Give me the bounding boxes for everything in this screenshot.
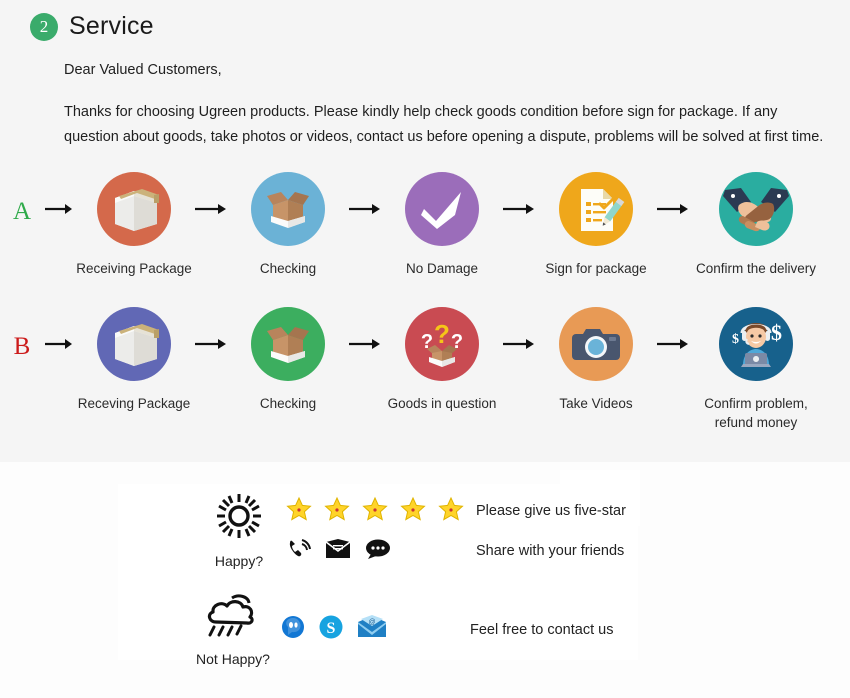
flow-step-label: No Damage — [405, 261, 479, 276]
svg-text:$: $ — [732, 332, 739, 347]
star-icon[interactable] — [362, 496, 388, 527]
mood-not-happy-label: Not Happy? — [196, 651, 270, 667]
svg-text:$: $ — [771, 320, 782, 345]
arrow-icon — [44, 307, 74, 351]
feedback-happy-lines: Please give us five-star Share with your… — [286, 496, 626, 566]
sun-icon — [210, 492, 268, 549]
handshake-icon — [719, 172, 793, 246]
share-icons[interactable] — [286, 537, 476, 566]
flow-row-a: A Receiving Package Checking No Damage S… — [0, 172, 850, 279]
feedback-line-rating: Please give us five-star — [286, 496, 626, 527]
flow-step: Take Videos — [536, 307, 656, 414]
camera-icon — [559, 307, 633, 381]
flow-step: Checking — [228, 307, 348, 414]
sealed-box-icon — [97, 307, 171, 381]
arrow-icon — [194, 307, 228, 351]
feedback-share-text: Share with your friends — [476, 543, 625, 559]
arrow-icon — [44, 172, 74, 216]
flow-step: No Damage — [382, 172, 502, 279]
contact-icons[interactable]: S @ — [280, 614, 470, 645]
flow-step: ? ? ? Goods in question — [382, 307, 502, 414]
mood-happy: Happy? — [196, 492, 282, 569]
star-icon[interactable] — [438, 496, 464, 527]
feedback-nothappy-lines: S @ Feel free to contact us — [280, 614, 613, 645]
flow-step: Sign for package — [536, 172, 656, 279]
flow-step-label: Confirm problem, refund money — [704, 396, 808, 430]
star-icon[interactable] — [400, 496, 426, 527]
star-icon[interactable] — [286, 496, 312, 527]
feedback-line-share: Share with your friends — [286, 537, 626, 566]
flow-step-label: Receving Package — [77, 396, 191, 411]
arrow-icon — [348, 307, 382, 351]
email-at-icon[interactable]: @ — [356, 615, 388, 644]
flow-step-label: Take Videos — [559, 396, 633, 411]
greeting-line: Dear Valued Customers, — [64, 62, 222, 78]
arrow-icon — [656, 172, 690, 216]
flow-step-label: Checking — [259, 261, 317, 276]
flow-tag-a: A — [12, 198, 32, 225]
flow-tag-b: B — [13, 333, 31, 360]
intro-paragraph: Thanks for choosing Ugreen products. Ple… — [64, 104, 824, 145]
arrow-icon — [502, 172, 536, 216]
flow-step-label: Sign for package — [545, 261, 647, 276]
flow-step-label: Confirm the delivery — [695, 261, 817, 276]
arrow-icon — [502, 307, 536, 351]
phone-ringing-icon[interactable] — [286, 537, 312, 566]
chat-bubble-icon[interactable] — [364, 538, 392, 565]
mood-not-happy: Not Happy? — [190, 592, 276, 667]
open-box-icon — [251, 307, 325, 381]
flow-step-label: Goods in question — [387, 396, 497, 411]
svg-text:?: ? — [434, 319, 450, 349]
service-info-page: 2 Service Dear Valued Customers, Thanks … — [0, 0, 850, 698]
mood-happy-label: Happy? — [214, 553, 264, 569]
flow-step: Confirm the delivery — [690, 172, 822, 279]
sealed-box-icon — [97, 172, 171, 246]
page-title: Service — [69, 12, 154, 40]
flow-step-label: Receiving Package — [76, 261, 192, 276]
flow-step: Receving Package — [74, 307, 194, 414]
feedback-nothappy-block: Not Happy? S @ Feel free to contact us — [190, 592, 613, 667]
question-box-icon: ? ? ? — [405, 307, 479, 381]
intro-text-block: Dear Valued Customers, Thanks for choosi… — [64, 62, 836, 150]
arrow-icon — [656, 307, 690, 351]
rain-cloud-icon — [202, 592, 264, 647]
support-agent-icon: $ $ — [719, 307, 793, 381]
flow-step: Receiving Package — [74, 172, 194, 279]
feedback-line-contact: S @ Feel free to contact us — [280, 614, 613, 645]
flow-step: Checking — [228, 172, 348, 279]
checkmark-icon — [405, 172, 479, 246]
section-number-badge: 2 — [30, 12, 58, 41]
star-rating[interactable] — [286, 496, 476, 527]
flow-step: $ $ Confirm problem, refund money — [690, 307, 822, 432]
flow-step-label: Checking — [259, 396, 317, 411]
sign-document-icon — [559, 172, 633, 246]
feedback-rating-text: Please give us five-star — [476, 503, 626, 519]
svg-text:@: @ — [368, 619, 375, 626]
open-box-icon — [251, 172, 325, 246]
svg-text:S: S — [327, 620, 336, 637]
feedback-contact-text: Feel free to contact us — [470, 621, 614, 638]
skype-icon[interactable]: S — [318, 614, 344, 645]
flow-row-b: B Receving Package Checking ? ? ? Goods … — [0, 307, 850, 432]
star-icon[interactable] — [324, 496, 350, 527]
envelope-icon[interactable] — [324, 538, 352, 565]
arrow-icon — [348, 172, 382, 216]
section-header: 2 Service — [30, 12, 154, 41]
messenger-icon[interactable] — [280, 614, 306, 645]
arrow-icon — [194, 172, 228, 216]
feedback-happy-block: Happy? Please give us five-star Share wi… — [196, 492, 626, 569]
